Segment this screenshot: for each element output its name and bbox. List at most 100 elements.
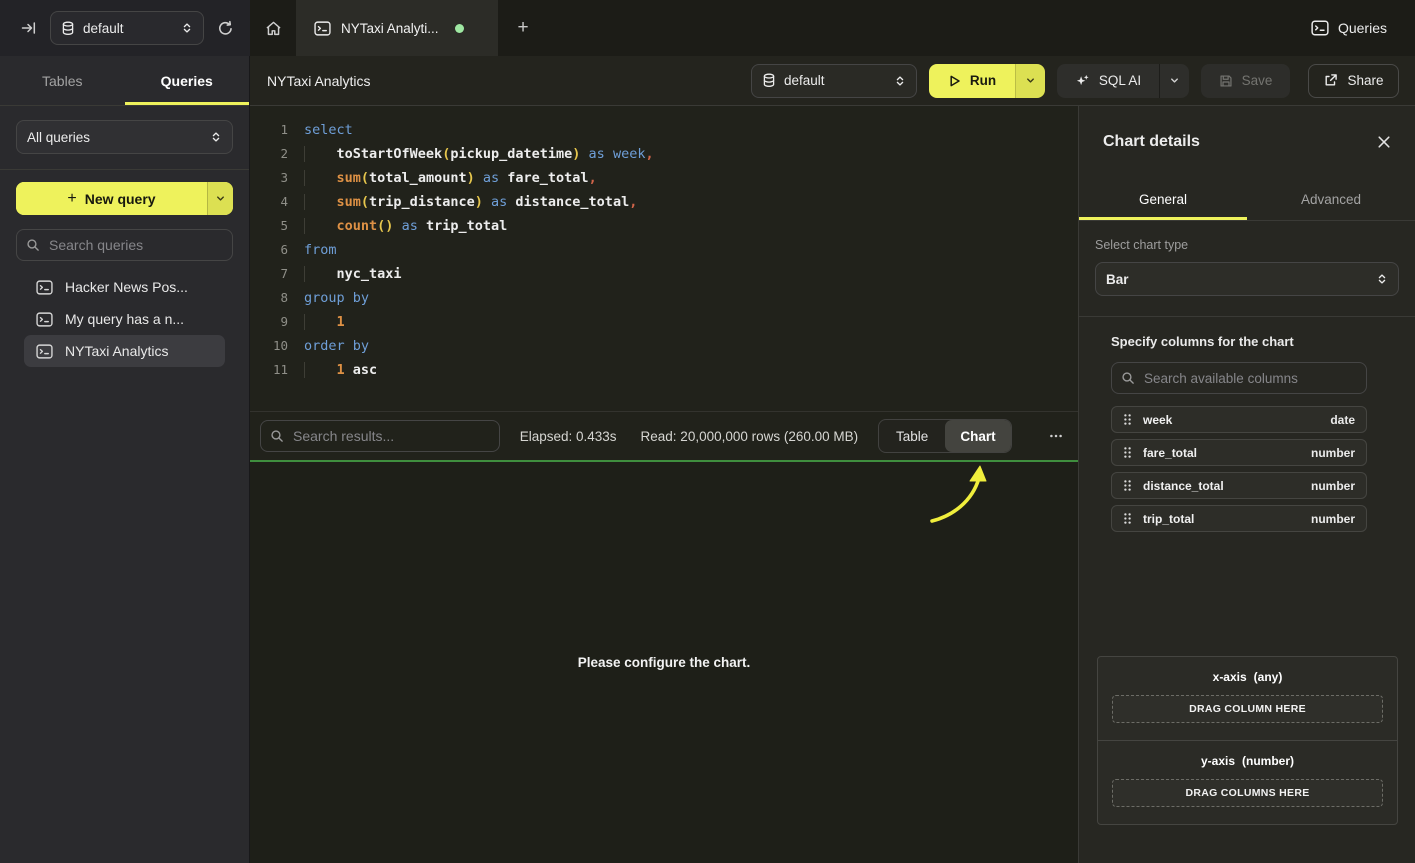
save-label: Save: [1242, 73, 1273, 88]
sql-console-window: default NYTaxi Analyti... +: [0, 0, 1415, 863]
chevron-down-icon: [1169, 75, 1180, 86]
column-name: week: [1143, 413, 1172, 427]
column-type: date: [1330, 413, 1355, 427]
rows-read: Read: 20,000,000 rows (260.00 MB): [641, 429, 859, 444]
view-toggle-chart[interactable]: Chart: [945, 420, 1011, 452]
query-toolbar: NYTaxi Analytics default Run: [250, 56, 1415, 106]
sql-editor[interactable]: 1select2 toStartOfWeek(pickup_datetime) …: [250, 106, 1078, 411]
axis-constraint: (any): [1254, 670, 1283, 684]
run-label: Run: [970, 73, 996, 88]
code-line: 3 sum(total_amount) as fare_total,: [262, 166, 1078, 190]
search-icon: [270, 429, 284, 443]
toolbar-database-selector[interactable]: default: [751, 64, 917, 98]
line-number: 10: [262, 334, 288, 358]
line-number: 3: [262, 166, 288, 190]
chart-details-panel: Chart details General Advanced Select ch…: [1078, 106, 1415, 863]
new-tab-button[interactable]: +: [498, 0, 548, 56]
line-number: 8: [262, 286, 288, 310]
chevron-updown-icon: [181, 21, 193, 35]
code-line: 2 toStartOfWeek(pickup_datetime) as week…: [262, 142, 1078, 166]
new-query-dropdown-button[interactable]: [207, 182, 233, 215]
column-card-trip_total[interactable]: trip_totalnumber: [1111, 505, 1367, 532]
toolbar-database-value: default: [784, 73, 886, 88]
sidebar: Tables Queries All queries + New query: [0, 56, 250, 863]
save-button[interactable]: Save: [1201, 64, 1290, 98]
tab-strip: NYTaxi Analyti... +: [250, 0, 548, 56]
code-text: sum(trip_distance) as distance_total,: [304, 190, 637, 214]
database-selector[interactable]: default: [50, 11, 204, 45]
column-card-week[interactable]: week date: [1111, 406, 1367, 433]
query-search-input[interactable]: [16, 229, 233, 261]
run-dropdown-button[interactable]: [1015, 64, 1045, 98]
terminal-icon: [314, 21, 331, 36]
new-query-button[interactable]: + New query: [16, 182, 207, 215]
axis-constraint: (number): [1242, 754, 1294, 768]
home-icon[interactable]: [250, 0, 296, 56]
collapse-sidebar-icon[interactable]: [20, 20, 37, 36]
column-card-distance_total[interactable]: distance_total number: [1111, 472, 1367, 499]
line-number: 9: [262, 310, 288, 334]
code-text: from: [304, 238, 337, 262]
code-line: 6 from: [262, 238, 1078, 262]
query-filter-select[interactable]: All queries: [16, 120, 233, 154]
sidebar-query-item[interactable]: NYTaxi Analytics: [24, 335, 225, 367]
line-number: 6: [262, 238, 288, 262]
results-toolbar: Elapsed: 0.433s Read: 20,000,000 rows (2…: [250, 411, 1078, 460]
chart-details-tabs: General Advanced: [1079, 178, 1415, 221]
search-icon: [1121, 371, 1135, 385]
sql-ai-button[interactable]: SQL AI: [1057, 64, 1159, 98]
chart-type-value: Bar: [1106, 272, 1368, 287]
query-list: Hacker News Pos...My query has a n...NYT…: [24, 271, 225, 367]
column-type: number: [1311, 446, 1355, 460]
drag-handle-icon: [1123, 479, 1132, 492]
chart-type-select[interactable]: Bar: [1095, 262, 1399, 296]
queries-button-label: Queries: [1338, 20, 1387, 36]
close-icon[interactable]: [1377, 135, 1391, 149]
chevron-updown-icon: [1376, 272, 1388, 286]
axis-label: x-axis: [1213, 670, 1247, 684]
code-line: 10 order by: [262, 334, 1078, 358]
code-text: nyc_taxi: [304, 262, 402, 286]
run-button[interactable]: Run: [929, 64, 1015, 98]
results-search-input[interactable]: [260, 420, 500, 452]
drag-handle-icon: [1123, 413, 1132, 426]
columns-search-input[interactable]: [1111, 362, 1367, 394]
column-name: distance_total: [1143, 479, 1224, 493]
sidebar-query-item[interactable]: My query has a n...: [24, 303, 225, 335]
chevron-down-icon: [1025, 75, 1036, 86]
code-text: count() as trip_total: [304, 214, 507, 238]
line-number: 7: [262, 262, 288, 286]
chart-type-label: Select chart type: [1095, 238, 1399, 252]
share-button[interactable]: Share: [1308, 64, 1399, 98]
code-line: 11 1 asc: [262, 358, 1078, 382]
sidebar-query-item[interactable]: Hacker News Pos...: [24, 271, 225, 303]
refresh-icon[interactable]: [217, 20, 234, 37]
play-icon: [948, 74, 961, 88]
sidebar-query-section: + New query Hacker News Pos...My query h…: [0, 170, 249, 367]
code-text: order by: [304, 334, 369, 358]
column-card-fare_total[interactable]: fare_total number: [1111, 439, 1367, 466]
results-search: [260, 420, 500, 452]
topbar: default NYTaxi Analyti... +: [0, 0, 1415, 56]
tab-nytaxi-analytics[interactable]: NYTaxi Analyti...: [296, 0, 498, 56]
more-icon[interactable]: [1048, 428, 1064, 444]
line-number: 4: [262, 190, 288, 214]
terminal-icon: [36, 280, 53, 295]
tab-advanced[interactable]: Advanced: [1247, 178, 1415, 220]
sidebar-tab-tables[interactable]: Tables: [0, 56, 125, 105]
code-text: sum(total_amount) as fare_total,: [304, 166, 597, 190]
queries-button[interactable]: Queries: [1311, 0, 1387, 56]
query-title: NYTaxi Analytics: [267, 73, 370, 89]
code-text: select: [304, 118, 353, 142]
share-icon: [1323, 73, 1338, 88]
column-name: trip_total: [1143, 512, 1194, 526]
x-axis-dropzone[interactable]: DRAG COLUMN HERE: [1112, 695, 1383, 723]
sidebar-tab-queries[interactable]: Queries: [125, 56, 250, 105]
new-query-split-button: + New query: [16, 182, 233, 215]
view-toggle-table[interactable]: Table: [879, 420, 945, 452]
sql-ai-dropdown-button[interactable]: [1159, 64, 1189, 98]
y-axis-dropzone[interactable]: DRAG COLUMNS HERE: [1112, 779, 1383, 807]
tab-general[interactable]: General: [1079, 178, 1247, 220]
column-type: number: [1311, 479, 1355, 493]
column-name: fare_total: [1143, 446, 1197, 460]
